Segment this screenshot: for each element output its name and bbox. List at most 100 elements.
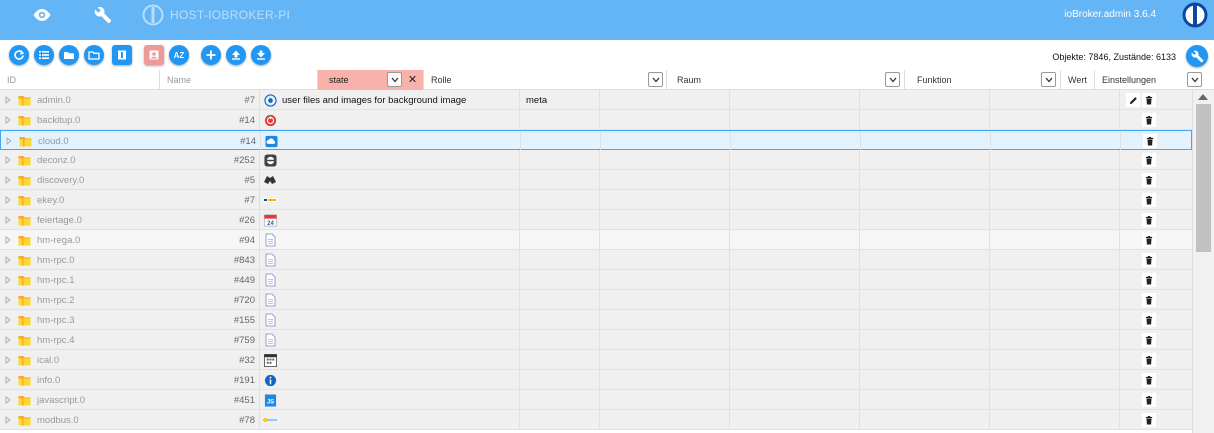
id-cell[interactable]: hm-rega.0 #94: [0, 230, 260, 250]
expand-arrow-icon[interactable]: [4, 316, 12, 324]
settings-filter-select[interactable]: Einstellungen: [1095, 70, 1214, 90]
delete-button[interactable]: [1142, 293, 1156, 307]
settings-button[interactable]: [1186, 45, 1208, 67]
id-cell[interactable]: hm-rpc.2 #720: [0, 290, 260, 310]
table-row[interactable]: feiertage.0 #26 24: [0, 210, 1192, 230]
refresh-button[interactable]: [9, 45, 29, 65]
table-row[interactable]: discovery.0 #5: [0, 170, 1192, 190]
top-app-bar: HOST-IOBROKER-PI ioBroker.admin 3.6.4: [0, 0, 1214, 40]
id-cell[interactable]: ical.0 #32: [0, 350, 260, 370]
chevron-down-icon[interactable]: [387, 72, 402, 87]
id-cell[interactable]: backitup.0 #14: [0, 110, 260, 130]
delete-button[interactable]: [1142, 373, 1156, 387]
expand-arrow-icon[interactable]: [4, 276, 12, 284]
scroll-up-icon[interactable]: [1198, 94, 1208, 100]
table-row[interactable]: backitup.0 #14: [0, 110, 1192, 130]
room-filter-select[interactable]: Raum: [667, 70, 905, 90]
delete-button[interactable]: [1142, 93, 1156, 107]
expand-arrow-icon[interactable]: [4, 336, 12, 344]
chevron-down-icon[interactable]: [1041, 72, 1056, 87]
delete-button[interactable]: [1142, 353, 1156, 367]
page-button[interactable]: [112, 45, 132, 65]
delete-button[interactable]: [1142, 233, 1156, 247]
wrench-icon[interactable]: [88, 4, 118, 26]
id-cell[interactable]: cloud.0 #14: [1, 131, 261, 151]
id-cell[interactable]: info.0 #191: [0, 370, 260, 390]
sort-az-button[interactable]: AZ: [169, 45, 189, 65]
id-cell[interactable]: discovery.0 #5: [0, 170, 260, 190]
id-cell[interactable]: hm-rpc.0 #843: [0, 250, 260, 270]
table-row[interactable]: deconz.0 #252: [0, 150, 1192, 170]
expand-arrow-icon[interactable]: [4, 116, 12, 124]
id-cell[interactable]: hm-rpc.4 #759: [0, 330, 260, 350]
download-button[interactable]: [251, 45, 271, 65]
id-cell[interactable]: modbus.0 #78: [0, 410, 260, 430]
expand-arrow-icon[interactable]: [4, 256, 12, 264]
chevron-down-icon[interactable]: [1187, 72, 1202, 87]
table-row[interactable]: info.0 #191: [0, 370, 1192, 390]
expand-arrow-icon[interactable]: [4, 416, 12, 424]
type-filter-select[interactable]: state ✕: [318, 70, 424, 90]
expand-arrow-icon[interactable]: [4, 236, 12, 244]
expand-arrow-icon[interactable]: [4, 376, 12, 384]
expand-folders-button[interactable]: [84, 45, 104, 65]
table-row[interactable]: hm-rpc.1 #449: [0, 270, 1192, 290]
table-row[interactable]: hm-rpc.3 #155: [0, 310, 1192, 330]
id-cell[interactable]: admin.0 #7: [0, 90, 260, 110]
expand-arrow-icon[interactable]: [4, 396, 12, 404]
expand-arrow-icon[interactable]: [4, 96, 12, 104]
table-row[interactable]: hm-rpc.4 #759: [0, 330, 1192, 350]
expand-arrow-icon[interactable]: [5, 137, 13, 145]
collapse-folders-button[interactable]: [59, 45, 79, 65]
id-cell[interactable]: javascript.0 #451: [0, 390, 260, 410]
table-row[interactable]: javascript.0 #451 JS: [0, 390, 1192, 410]
delete-button[interactable]: [1142, 413, 1156, 427]
name-filter-input[interactable]: Name: [160, 70, 318, 90]
delete-button[interactable]: [1142, 113, 1156, 127]
delete-button[interactable]: [1142, 393, 1156, 407]
expand-arrow-icon[interactable]: [4, 356, 12, 364]
delete-button[interactable]: [1142, 193, 1156, 207]
expand-arrow-icon[interactable]: [4, 196, 12, 204]
list-view-button[interactable]: [34, 45, 54, 65]
edit-button[interactable]: [1126, 93, 1140, 107]
iobroker-logo-icon[interactable]: [1182, 2, 1208, 28]
user-button[interactable]: [144, 45, 164, 65]
table-row[interactable]: hm-rpc.2 #720: [0, 290, 1192, 310]
table-row[interactable]: admin.0 #7 user files and images for backg…: [0, 90, 1192, 110]
chevron-down-icon[interactable]: [885, 72, 900, 87]
expand-arrow-icon[interactable]: [4, 176, 12, 184]
id-cell[interactable]: deconz.0 #252: [0, 150, 260, 170]
expand-arrow-icon[interactable]: [4, 216, 12, 224]
delete-button[interactable]: [1143, 134, 1157, 148]
table-row[interactable]: ekey.0 #7: [0, 190, 1192, 210]
delete-button[interactable]: [1142, 253, 1156, 267]
upload-button[interactable]: [226, 45, 246, 65]
id-filter-input[interactable]: ID: [0, 70, 160, 90]
table-row[interactable]: ical.0 #32: [0, 350, 1192, 370]
scrollbar-thumb[interactable]: [1196, 104, 1211, 252]
table-row[interactable]: cloud.0 #14: [0, 130, 1192, 151]
vertical-scrollbar[interactable]: [1192, 90, 1214, 433]
id-cell[interactable]: ekey.0 #7: [0, 190, 260, 210]
clear-filter-icon[interactable]: ✕: [405, 72, 420, 87]
delete-button[interactable]: [1142, 173, 1156, 187]
delete-button[interactable]: [1142, 213, 1156, 227]
role-filter-select[interactable]: Rolle: [424, 70, 667, 90]
expand-arrow-icon[interactable]: [4, 296, 12, 304]
table-row[interactable]: hm-rpc.0 #843: [0, 250, 1192, 270]
table-row[interactable]: hm-rega.0 #94: [0, 230, 1192, 250]
eye-icon[interactable]: [27, 4, 57, 26]
function-filter-select[interactable]: Funktion: [905, 70, 1061, 90]
delete-button[interactable]: [1142, 333, 1156, 347]
delete-button[interactable]: [1142, 153, 1156, 167]
chevron-down-icon[interactable]: [648, 72, 663, 87]
id-cell[interactable]: hm-rpc.1 #449: [0, 270, 260, 290]
delete-button[interactable]: [1142, 273, 1156, 287]
id-cell[interactable]: feiertage.0 #26: [0, 210, 260, 230]
table-row[interactable]: modbus.0 #78: [0, 410, 1192, 430]
id-cell[interactable]: hm-rpc.3 #155: [0, 310, 260, 330]
delete-button[interactable]: [1142, 313, 1156, 327]
expand-arrow-icon[interactable]: [4, 156, 12, 164]
add-button[interactable]: [201, 45, 221, 65]
